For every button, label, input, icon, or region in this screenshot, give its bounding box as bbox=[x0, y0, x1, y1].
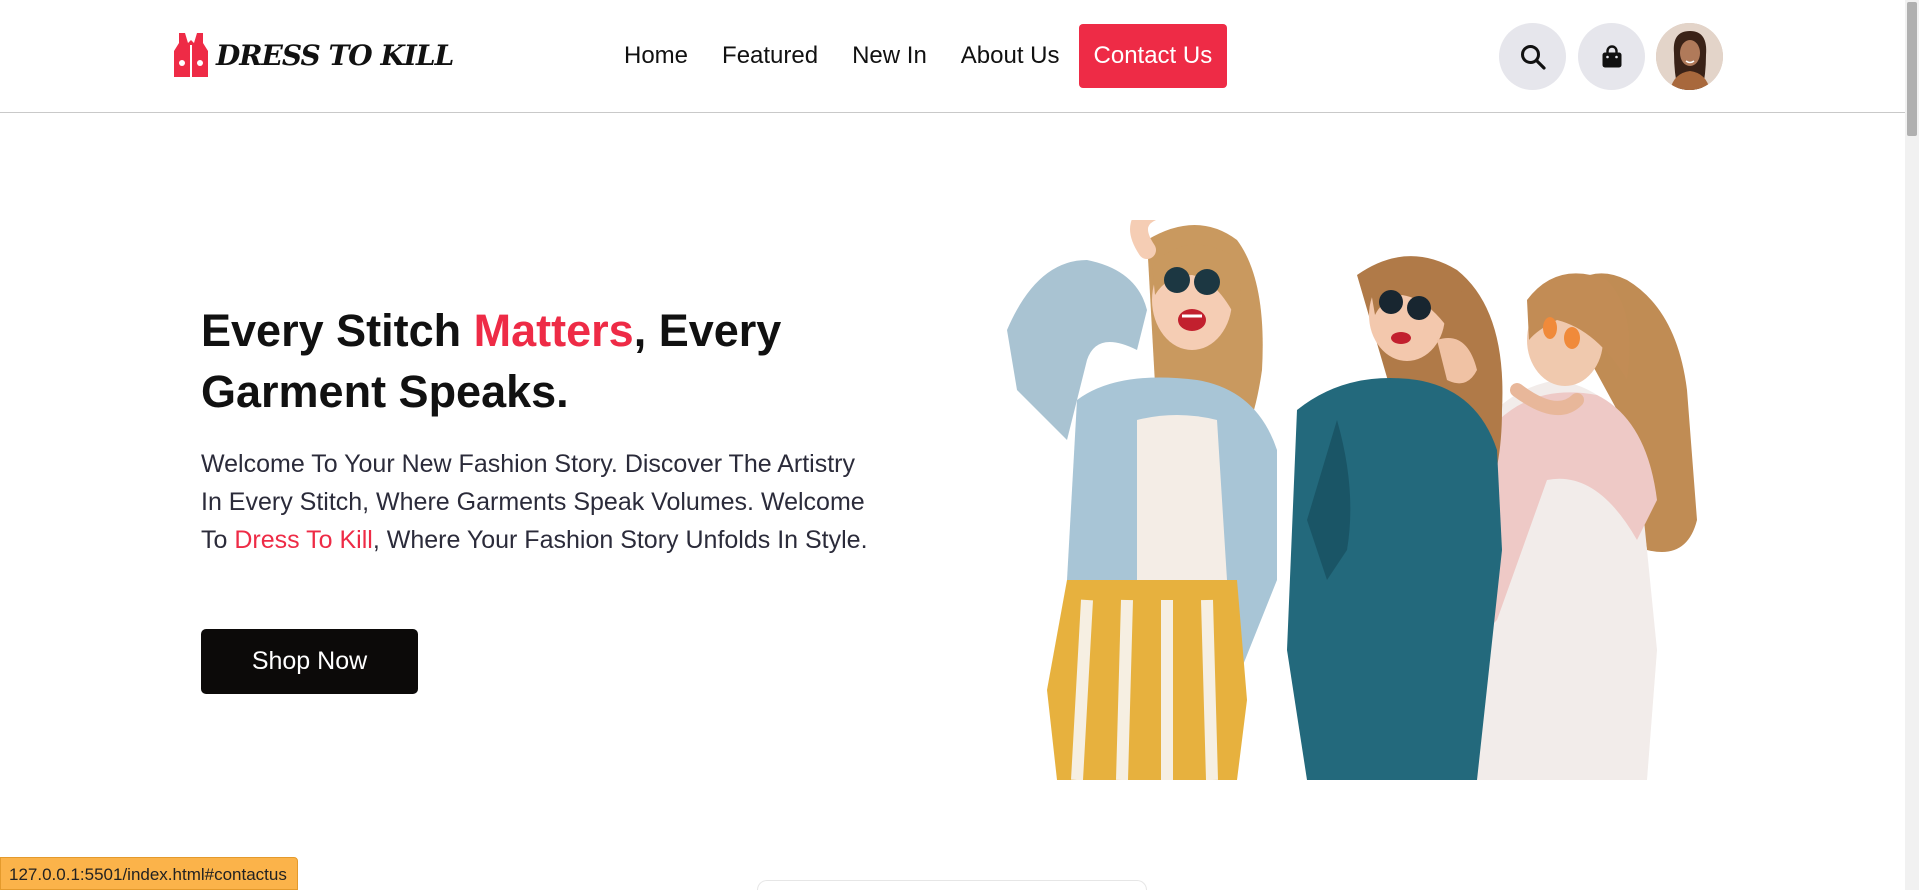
status-bar-url: 127.0.0.1:5501/index.html#contactus bbox=[0, 857, 298, 890]
vertical-scrollbar[interactable] bbox=[1905, 0, 1919, 890]
search-icon bbox=[1520, 44, 1546, 70]
nav-about-us[interactable]: About Us bbox=[961, 42, 1060, 70]
hero-image bbox=[1007, 220, 1697, 780]
nav-new-in[interactable]: New In bbox=[852, 42, 927, 70]
brand-logo[interactable]: DRESS TO KILL bbox=[170, 30, 454, 80]
main-nav: Home Featured New In About Us Contact Us bbox=[624, 24, 1228, 88]
brand-mention: Dress To Kill bbox=[234, 526, 373, 554]
contact-us-button[interactable]: Contact Us bbox=[1078, 24, 1228, 88]
profile-photo bbox=[1656, 23, 1723, 90]
shop-now-button[interactable]: Shop Now bbox=[201, 629, 418, 694]
nav-featured[interactable]: Featured bbox=[722, 42, 818, 70]
user-avatar[interactable] bbox=[1656, 23, 1723, 90]
shopping-bag-icon bbox=[1602, 44, 1621, 67]
brand-name: DRESS TO KILL bbox=[216, 38, 454, 72]
hero-description: Welcome To Your New Fashion Story. Disco… bbox=[201, 450, 868, 554]
site-header: DRESS TO KILL Home Featured New In About… bbox=[0, 0, 1919, 113]
nav-home[interactable]: Home bbox=[624, 42, 688, 70]
cart-button[interactable] bbox=[1578, 23, 1645, 90]
dress-logo-icon bbox=[174, 33, 208, 77]
scrollbar-thumb[interactable] bbox=[1907, 2, 1917, 136]
hero-title-accent: Matters bbox=[473, 305, 634, 356]
search-button[interactable] bbox=[1499, 23, 1566, 90]
next-section-peek bbox=[757, 880, 1147, 890]
hero-title: Every Stitch Matters, Every Garment Spea… bbox=[201, 305, 782, 417]
